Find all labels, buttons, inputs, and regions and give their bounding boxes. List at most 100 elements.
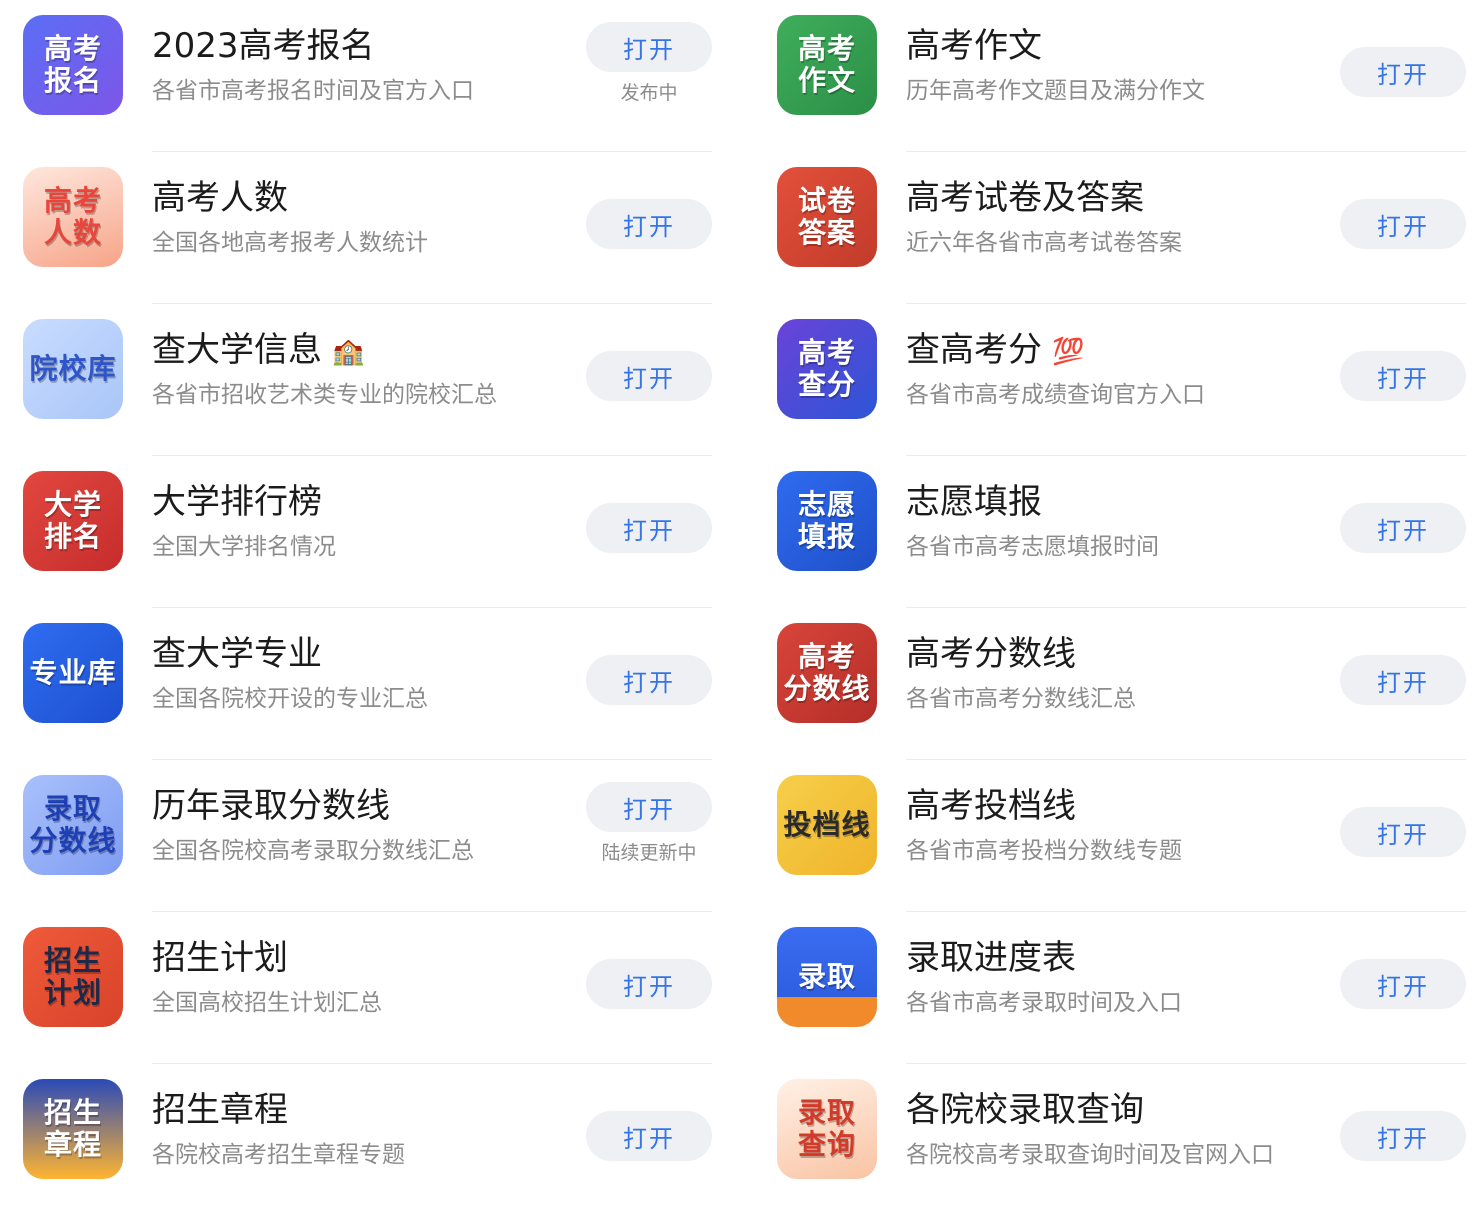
item-title-text: 招生计划 <box>152 938 288 978</box>
open-button[interactable]: 打开 <box>586 1111 712 1161</box>
open-button[interactable]: 打开 <box>1340 807 1466 857</box>
list-item[interactable]: 投档线 高考投档线各省市高考投档分数线专题 打开 <box>754 760 1480 912</box>
app-icon-text: 大学 排名 <box>43 488 102 553</box>
open-button[interactable]: 打开 <box>1340 47 1466 97</box>
yuanxiaoku-app-icon: 院校库 <box>23 319 123 419</box>
list-item[interactable]: 试卷 答案 高考试卷及答案近六年各省市高考试卷答案 打开 <box>754 152 1480 304</box>
item-subtitle: 各院校高考招生章程专题 <box>152 1142 405 1168</box>
app-icon-text: 志愿 填报 <box>797 488 856 553</box>
item-subtitle: 近六年各省市高考试卷答案 <box>906 230 1182 256</box>
item-subtitle: 各省市高考志愿填报时间 <box>906 534 1159 560</box>
item-title: 高考人数 <box>152 174 288 222</box>
left-column: 高考 报名 2023高考报名 各省市高考报名时间及官方入口 打开 发布中 高考 人数 高考人… <box>0 0 740 1200</box>
open-button[interactable]: 打开 <box>586 782 712 832</box>
item-title: 录取进度表 <box>906 934 1076 982</box>
list-item[interactable]: 高考 作文 高考作文历年高考作文题目及满分作文 打开 <box>754 0 1480 152</box>
app-icon-text: 高考 作文 <box>797 32 856 97</box>
item-title-text: 录取进度表 <box>906 938 1076 978</box>
list-item[interactable]: 志愿 填报 志愿填报各省市高考志愿填报时间 打开 <box>754 456 1480 608</box>
toudangxian-app-icon: 投档线 <box>777 775 877 875</box>
app-icon-text: 招生 章程 <box>43 1096 102 1161</box>
open-button[interactable]: 打开 <box>586 22 712 72</box>
app-icon-text: 投档线 <box>783 808 871 841</box>
item-title-text: 各院校录取查询 <box>906 1090 1144 1130</box>
open-button[interactable]: 打开 <box>1340 655 1466 705</box>
open-button[interactable]: 打开 <box>586 199 712 249</box>
open-button[interactable]: 打开 <box>586 959 712 1009</box>
item-subtitle: 全国大学排名情况 <box>152 534 336 560</box>
list-item[interactable]: 招生 章程 招生章程各院校高考招生章程专题 打开 <box>0 1064 740 1216</box>
open-button[interactable]: 打开 <box>1340 351 1466 401</box>
item-subtitle: 各省市高考录取时间及入口 <box>906 990 1182 1016</box>
open-button[interactable]: 打开 <box>586 503 712 553</box>
app-icon-text: 高考 分数线 <box>783 640 871 705</box>
zhaosheng-zhangcheng-app-icon: 招生 章程 <box>23 1079 123 1179</box>
gaokao-chafen-app-icon: 高考 查分 <box>777 319 877 419</box>
item-title-text: 历年录取分数线 <box>152 786 390 826</box>
item-title-text: 高考试卷及答案 <box>906 178 1144 218</box>
daxue-paiming-app-icon: 大学 排名 <box>23 471 123 571</box>
open-button[interactable]: 打开 <box>586 351 712 401</box>
open-button[interactable]: 打开 <box>1340 199 1466 249</box>
gaokao-renshu-app-icon: 高考 人数 <box>23 167 123 267</box>
app-icon-text: 录取 分数线 <box>29 792 117 857</box>
list-item[interactable]: 录取 查询 各院校录取查询各院校高考录取查询时间及官网入口 打开 <box>754 1064 1480 1216</box>
item-title: 查大学专业 <box>152 630 322 678</box>
zhiyuan-tianbao-app-icon: 志愿 填报 <box>777 471 877 571</box>
item-title-text: 高考投档线 <box>906 786 1076 826</box>
item-title: 招生计划 <box>152 934 288 982</box>
app-icon-text: 录取 查询 <box>797 1096 856 1161</box>
item-subtitle: 全国各地高考报考人数统计 <box>152 230 428 256</box>
item-title-text: 招生章程 <box>152 1090 288 1130</box>
item-title: 大学排行榜 <box>152 478 322 526</box>
item-title: 高考投档线 <box>906 782 1076 830</box>
list-item[interactable]: 大学 排名 大学排行榜全国大学排名情况 打开 <box>0 456 740 608</box>
open-button[interactable]: 打开 <box>1340 1111 1466 1161</box>
open-button[interactable]: 打开 <box>1340 959 1466 1009</box>
item-title: 历年录取分数线 <box>152 782 390 830</box>
item-subtitle: 各省市高考报名时间及官方入口 <box>152 78 474 104</box>
luqu-jindu-app-icon: 录取 <box>777 927 877 1027</box>
app-icon-text: 院校库 <box>29 352 117 385</box>
list-item[interactable]: 专业库 查大学专业全国各院校开设的专业汇总 打开 <box>0 608 740 760</box>
list-item[interactable]: 招生 计划 招生计划 全国高校招生计划汇总 打开 <box>0 912 740 1064</box>
app-icon-text: 试卷 答案 <box>797 184 856 249</box>
list-item[interactable]: 高考 人数 高考人数全国各地高考报考人数统计 打开 <box>0 152 740 304</box>
gaokao-baoming-app-icon: 高考 报名 <box>23 15 123 115</box>
item-title: 高考试卷及答案 <box>906 174 1144 222</box>
item-title: 高考作文 <box>906 22 1042 70</box>
open-button[interactable]: 打开 <box>586 655 712 705</box>
item-title: 高考分数线 <box>906 630 1076 678</box>
item-title-text: 高考作文 <box>906 26 1042 66</box>
item-title-text: 志愿填报 <box>906 482 1042 522</box>
zhuanyeku-app-icon: 专业库 <box>23 623 123 723</box>
item-title: 招生章程 <box>152 1086 288 1134</box>
item-title: 志愿填报 <box>906 478 1042 526</box>
list-item[interactable]: 录取 录取进度表各省市高考录取时间及入口 打开 <box>754 912 1480 1064</box>
item-subtitle: 全国各院校开设的专业汇总 <box>152 686 428 712</box>
item-subtitle: 各省市高考投档分数线专题 <box>906 838 1182 864</box>
list-item[interactable]: 院校库 查大学信息 🏫 各省市招收艺术类专业的院校汇总 打开 <box>0 304 740 456</box>
luqu-fenshuxian-app-icon: 录取 分数线 <box>23 775 123 875</box>
status-note: 陆续更新中 <box>601 842 697 864</box>
title-emoji-icon: 🏫 <box>332 336 365 367</box>
item-title: 2023高考报名 <box>152 22 375 70</box>
item-title-text: 查大学专业 <box>152 634 322 674</box>
list-item[interactable]: 高考 分数线 高考分数线各省市高考分数线汇总 打开 <box>754 608 1480 760</box>
item-title-text: 高考人数 <box>152 178 288 218</box>
list-item[interactable]: 录取 分数线 历年录取分数线全国各院校高考录取分数线汇总 打开陆续更新中 <box>0 760 740 912</box>
app-icon-text: 高考 人数 <box>43 184 102 249</box>
item-subtitle: 历年高考作文题目及满分作文 <box>906 78 1205 104</box>
item-subtitle: 全国高校招生计划汇总 <box>152 990 382 1016</box>
item-title: 查大学信息 🏫 <box>152 326 364 376</box>
item-subtitle: 各省市招收艺术类专业的院校汇总 <box>152 382 497 408</box>
item-title-text: 2023高考报名 <box>152 26 375 66</box>
item-subtitle: 各省市高考分数线汇总 <box>906 686 1136 712</box>
gaokao-fenshuxian-app-icon: 高考 分数线 <box>777 623 877 723</box>
list-item[interactable]: 高考 报名 2023高考报名各省市高考报名时间及官方入口 打开发布中 <box>0 0 740 152</box>
list-item[interactable]: 高考 查分 查高考分 💯 各省市高考成绩查询官方入口 打开 <box>754 304 1480 456</box>
status-note: 发布中 <box>620 82 678 104</box>
item-subtitle: 各院校高考录取查询时间及官网入口 <box>906 1142 1274 1168</box>
open-button[interactable]: 打开 <box>1340 503 1466 553</box>
item-subtitle: 全国各院校高考录取分数线汇总 <box>152 838 474 864</box>
